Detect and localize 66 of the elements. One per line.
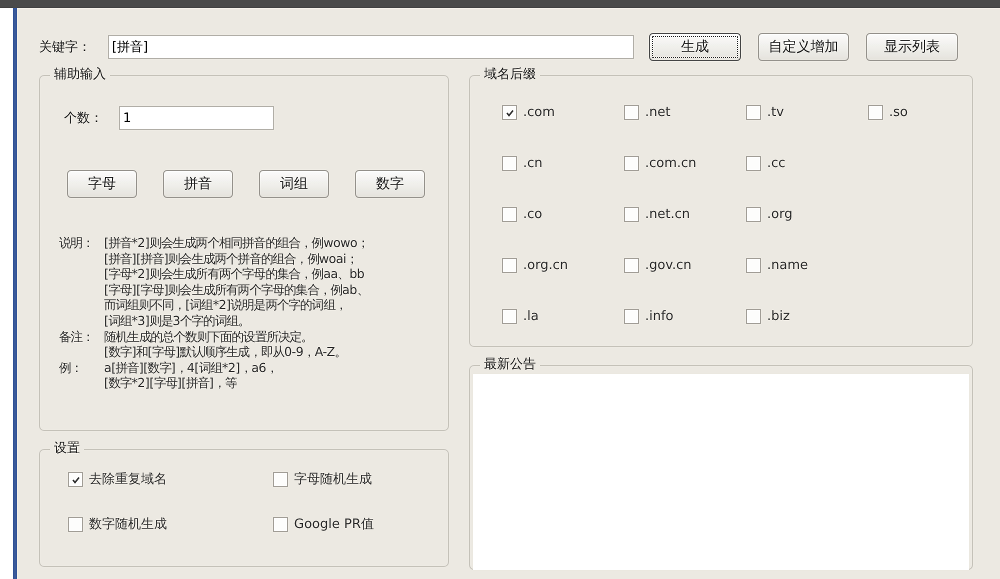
checkbox-label: .com.cn bbox=[645, 156, 696, 171]
note-text: [拼音][拼音]则会生成两个拼音的组合，例woai； bbox=[104, 250, 359, 266]
note-text: [数字]和[字母]默认顺序生成，即从0-9，A-Z。 bbox=[104, 344, 348, 360]
insert-button[interactable]: 字母 bbox=[67, 170, 137, 198]
checkbox-label: .net.cn bbox=[645, 207, 690, 222]
checkbox[interactable] bbox=[868, 105, 883, 120]
note-text: 而词组则不同，[词组*2]说明是两个字的词组， bbox=[104, 297, 348, 313]
check-icon bbox=[70, 474, 80, 484]
checkbox-label: Google PR值 bbox=[294, 517, 374, 532]
note-text: 随机生成的总个数则下面的设置所决定。 bbox=[104, 328, 314, 344]
checkbox-label: 字母随机生成 bbox=[294, 472, 372, 487]
checkbox[interactable] bbox=[502, 207, 517, 222]
count-label: 个数： bbox=[64, 110, 104, 127]
checkbox[interactable] bbox=[502, 309, 517, 324]
checkbox[interactable] bbox=[624, 309, 639, 324]
checkbox[interactable] bbox=[502, 156, 517, 171]
action-button[interactable]: 自定义增加 bbox=[758, 33, 850, 61]
checkbox-label: .tv bbox=[767, 105, 784, 120]
checkbox-label: .cc bbox=[767, 156, 786, 171]
checkbox[interactable] bbox=[624, 156, 639, 171]
checkbox-label: 数字随机生成 bbox=[89, 517, 167, 532]
insert-button[interactable]: 拼音 bbox=[163, 170, 233, 198]
checkbox[interactable] bbox=[624, 207, 639, 222]
checkbox-label: .la bbox=[523, 309, 539, 324]
keyword-label: 关键字： bbox=[39, 39, 92, 56]
checkbox-label: .com bbox=[523, 105, 555, 120]
checkbox[interactable] bbox=[746, 156, 761, 171]
checkbox-label: .org.cn bbox=[523, 258, 568, 273]
checkbox-label: .so bbox=[889, 105, 908, 120]
checkbox[interactable] bbox=[68, 517, 83, 532]
checkbox-label: .biz bbox=[767, 309, 790, 324]
note-text: a[拼音][数字]，4[词组*2]，a6， bbox=[104, 360, 279, 376]
note-text: [数字*2][字母][拼音]，等 bbox=[104, 375, 238, 391]
checkbox-label: .name bbox=[767, 258, 808, 273]
checkbox[interactable] bbox=[502, 258, 517, 273]
keyword-field[interactable]: [拼音] bbox=[108, 35, 634, 59]
note-text: [字母*2]则会生成所有两个字母的集合，例aa、bb bbox=[104, 266, 366, 282]
note-text: [词组*3]则是3个字的词组。 bbox=[104, 312, 251, 329]
insert-button[interactable]: 词组 bbox=[259, 170, 329, 198]
checkbox[interactable] bbox=[624, 105, 639, 120]
checkbox[interactable] bbox=[746, 207, 761, 222]
note-text: [拼音*2]则会生成两个相同拼音的组合，例wowo； bbox=[104, 235, 370, 251]
checkbox[interactable] bbox=[746, 258, 761, 273]
checkbox[interactable] bbox=[68, 472, 83, 487]
action-button[interactable]: 显示列表 bbox=[866, 33, 958, 61]
checkbox-label: .info bbox=[645, 309, 674, 324]
checkbox[interactable] bbox=[273, 472, 288, 487]
checkbox[interactable] bbox=[746, 309, 761, 324]
checkbox[interactable] bbox=[502, 105, 517, 120]
check-icon bbox=[504, 108, 514, 118]
checkbox-label: 去除重复域名 bbox=[89, 472, 167, 487]
note-label: 例： bbox=[59, 360, 84, 377]
count-field[interactable]: 1 bbox=[119, 106, 274, 130]
checkbox-label: .co bbox=[523, 207, 542, 222]
note-label: 备注： bbox=[59, 328, 95, 346]
checkbox-label: .cn bbox=[523, 156, 543, 171]
checkbox[interactable] bbox=[273, 517, 288, 532]
action-button[interactable]: 生成 bbox=[649, 33, 741, 61]
note-text: [字母][字母]则会生成所有两个字母的集合，例ab、 bbox=[104, 282, 370, 298]
checkbox-label: .gov.cn bbox=[645, 258, 692, 273]
insert-button[interactable]: 数字 bbox=[355, 170, 425, 198]
checkbox-label: .net bbox=[645, 105, 670, 120]
checkbox-label: .org bbox=[767, 207, 792, 222]
checkbox[interactable] bbox=[624, 258, 639, 273]
checkbox[interactable] bbox=[746, 105, 761, 120]
note-label: 说明： bbox=[59, 235, 95, 252]
